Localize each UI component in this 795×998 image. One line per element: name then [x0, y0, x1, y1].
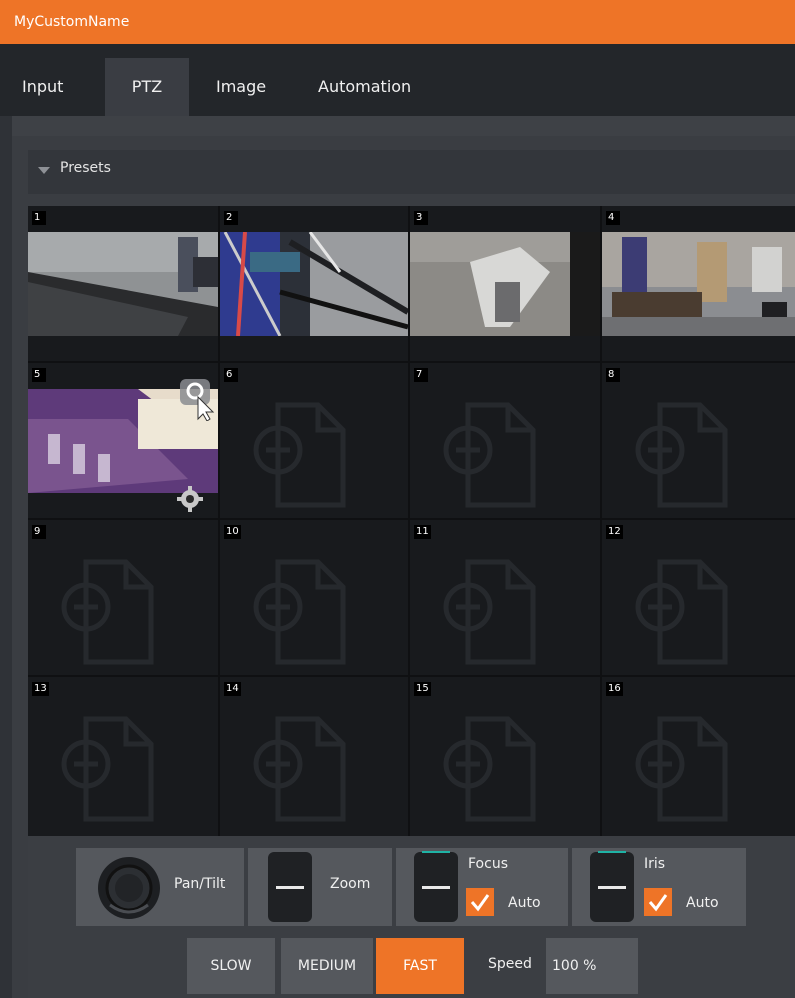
preset-9[interactable]: 9: [28, 520, 218, 675]
zoom-slider-handle[interactable]: [276, 886, 304, 889]
preset-thumbnail: [410, 232, 600, 336]
preset-number: 12: [606, 525, 623, 539]
empty-preset-icon: [443, 559, 536, 665]
settings-gear-icon[interactable]: [176, 485, 204, 513]
empty-preset-icon: [253, 402, 346, 508]
preset-12[interactable]: 12: [602, 520, 795, 675]
preset-thumbnail: [602, 232, 795, 336]
empty-preset-icon: [635, 402, 728, 508]
speed-value-field[interactable]: 100 %: [546, 938, 638, 994]
preset-thumbnail: [28, 232, 218, 336]
preset-thumbnail: [220, 232, 408, 336]
preset-6[interactable]: 6: [220, 363, 408, 518]
preset-13[interactable]: 13: [28, 677, 218, 836]
preset-number: 2: [224, 211, 238, 225]
iris-auto-checkbox[interactable]: [644, 888, 672, 916]
preset-number: 11: [414, 525, 431, 539]
preset-1[interactable]: 1: [28, 206, 218, 361]
preset-grid: 1 2 3 4 5 6 7 8 9 10 11 12 13 14 15 16: [28, 206, 795, 836]
focus-auto-checkbox[interactable]: [466, 888, 494, 916]
empty-preset-icon: [443, 716, 536, 822]
empty-preset-icon: [253, 716, 346, 822]
preset-14[interactable]: 14: [220, 677, 408, 836]
speed-fast-button[interactable]: FAST: [376, 938, 464, 994]
focus-slider-indicator: [422, 851, 450, 853]
presets-header[interactable]: [28, 150, 795, 194]
preset-11[interactable]: 11: [410, 520, 600, 675]
preset-number: 9: [32, 525, 46, 539]
empty-preset-icon: [635, 716, 728, 822]
preset-number: 10: [224, 525, 241, 539]
preset-number: 15: [414, 682, 431, 696]
tab-image[interactable]: Image: [216, 58, 266, 116]
iris-slider-indicator: [598, 851, 626, 853]
preset-number: 5: [32, 368, 46, 382]
collapse-arrow-icon[interactable]: [38, 167, 50, 174]
joystick-icon[interactable]: [96, 855, 162, 921]
preset-number: 13: [32, 682, 49, 696]
focus-label: Focus: [468, 856, 508, 872]
preset-number: 16: [606, 682, 623, 696]
iris-slider-handle[interactable]: [598, 886, 626, 889]
empty-preset-icon: [443, 402, 536, 508]
preset-16[interactable]: 16: [602, 677, 795, 836]
empty-preset-icon: [635, 559, 728, 665]
preset-number: 7: [414, 368, 428, 382]
speed-label: Speed: [488, 956, 532, 972]
preset-5[interactable]: 5: [28, 363, 218, 518]
speed-medium-button[interactable]: MEDIUM: [281, 938, 373, 994]
iris-label: Iris: [644, 856, 666, 872]
preset-number: 14: [224, 682, 241, 696]
empty-preset-icon: [253, 559, 346, 665]
preset-number: 6: [224, 368, 238, 382]
preset-3[interactable]: 3: [410, 206, 600, 361]
presets-title: Presets: [60, 160, 111, 176]
preset-10[interactable]: 10: [220, 520, 408, 675]
panel-top-strip: [12, 116, 795, 136]
preset-2[interactable]: 2: [220, 206, 408, 361]
tab-automation[interactable]: Automation: [318, 58, 411, 116]
pan-tilt-label: Pan/Tilt: [174, 876, 226, 892]
iris-auto-label: Auto: [686, 895, 719, 911]
preset-8[interactable]: 8: [602, 363, 795, 518]
preset-number: 4: [606, 211, 620, 225]
empty-preset-icon: [61, 716, 154, 822]
preset-number: 3: [414, 211, 428, 225]
focus-slider-handle[interactable]: [422, 886, 450, 889]
preset-4[interactable]: 4: [602, 206, 795, 361]
preset-15[interactable]: 15: [410, 677, 600, 836]
speed-slow-button[interactable]: SLOW: [187, 938, 275, 994]
checkmark-icon: [470, 894, 490, 912]
capture-camera-icon[interactable]: [176, 375, 218, 421]
focus-auto-label: Auto: [508, 895, 541, 911]
tab-ptz[interactable]: PTZ: [105, 58, 189, 116]
preset-7[interactable]: 7: [410, 363, 600, 518]
preset-number: 1: [32, 211, 46, 225]
preset-number: 8: [606, 368, 620, 382]
window-title: MyCustomName: [0, 0, 795, 44]
checkmark-icon: [648, 894, 668, 912]
tab-input[interactable]: Input: [22, 58, 63, 116]
empty-preset-icon: [61, 559, 154, 665]
zoom-label: Zoom: [330, 876, 371, 892]
